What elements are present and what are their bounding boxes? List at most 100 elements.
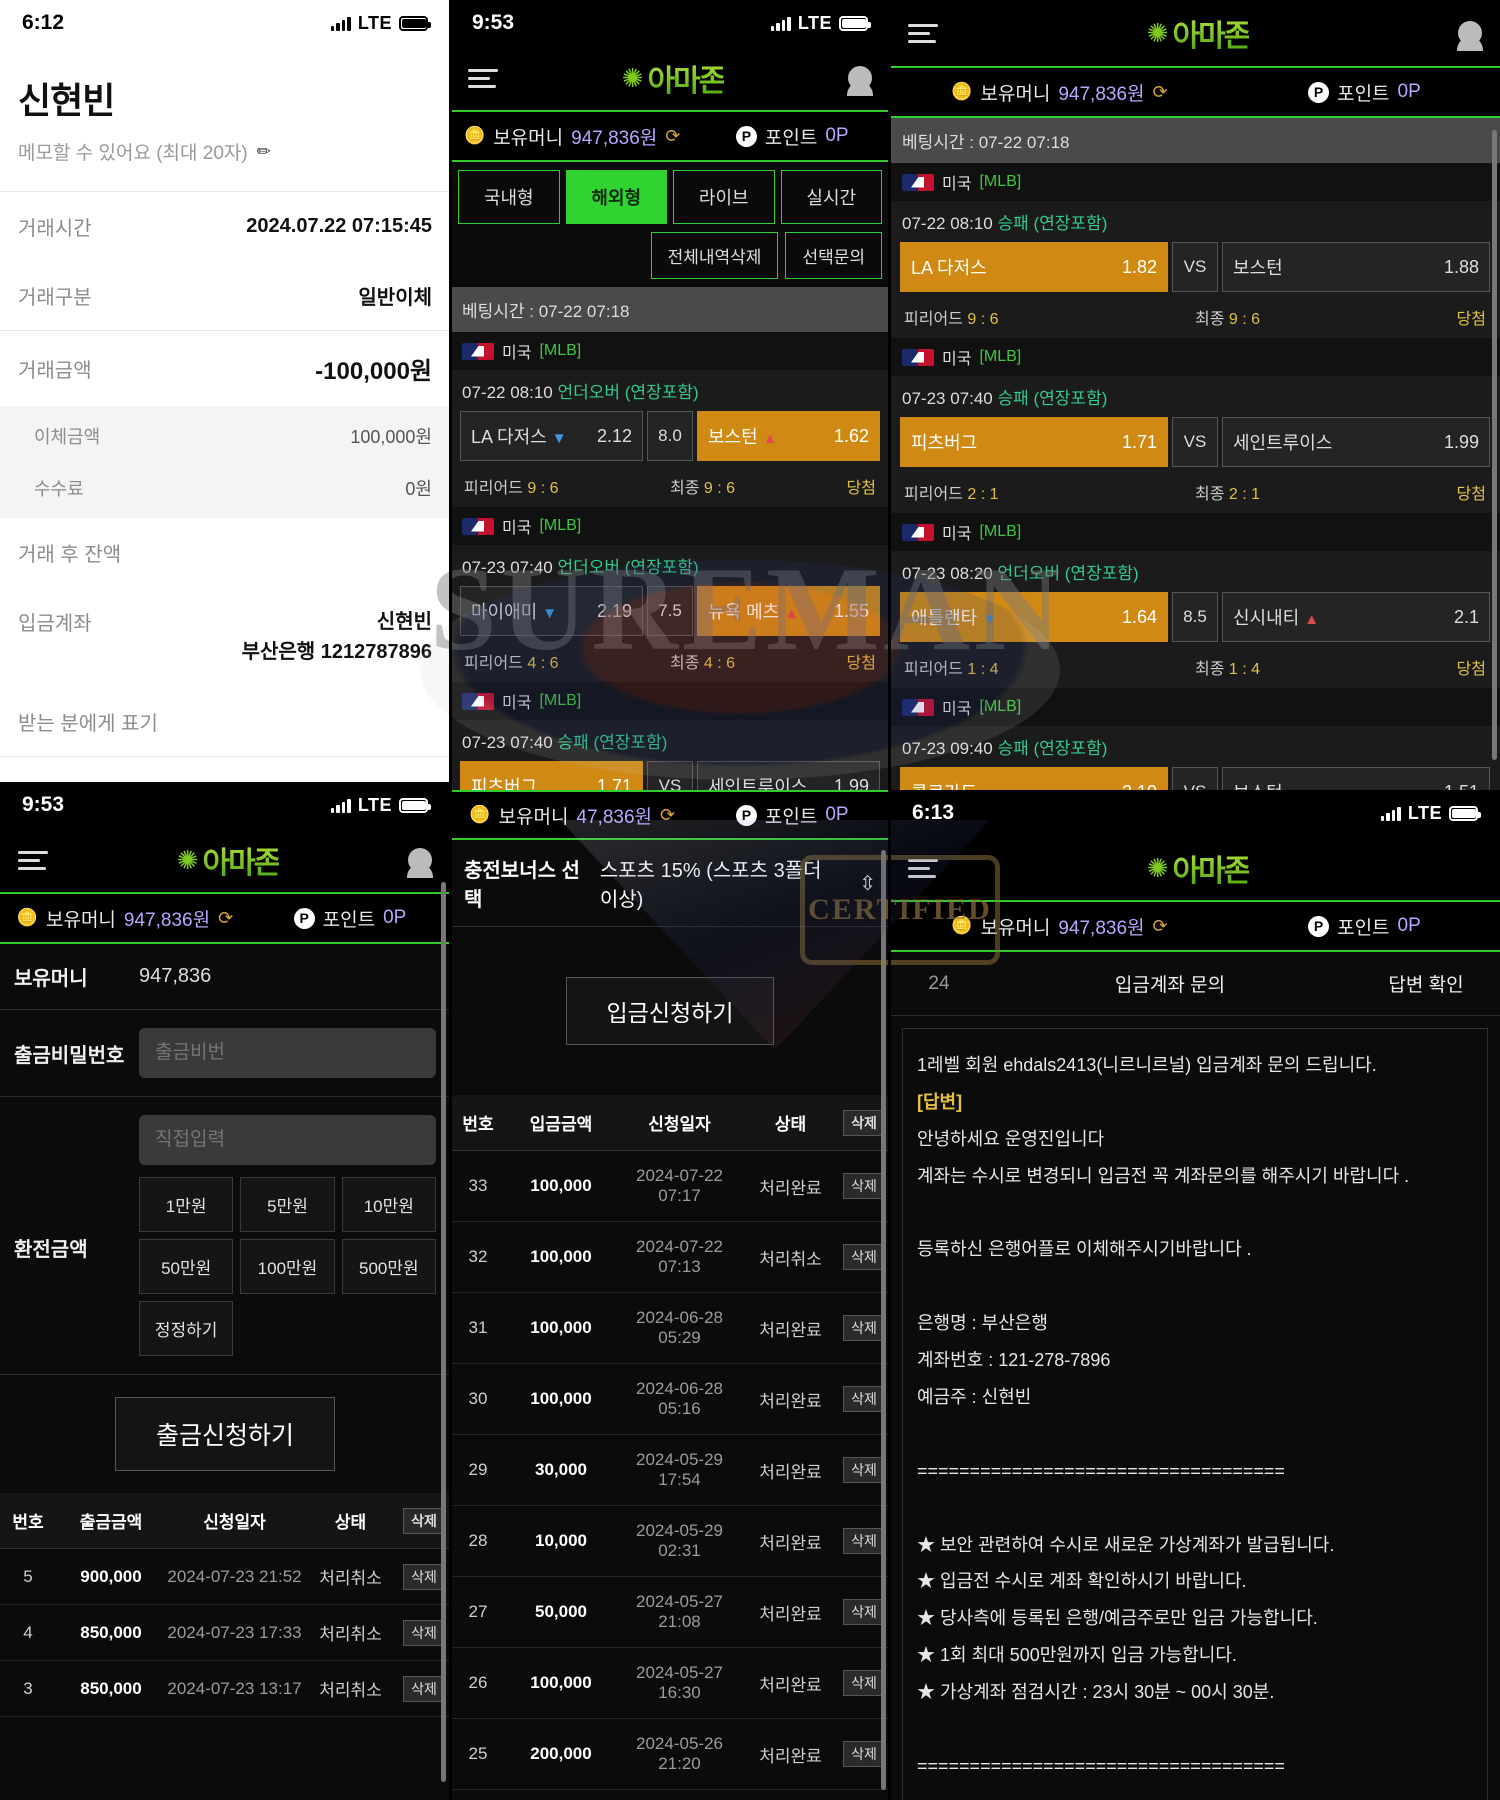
cell-no: 28 <box>468 1531 488 1550</box>
point-value: 0P <box>383 907 407 928</box>
refresh-icon[interactable]: ⟳ <box>660 805 675 826</box>
withdraw-amount-input[interactable] <box>139 1115 436 1165</box>
delete-row-button[interactable]: 삭제 <box>843 1670 885 1696</box>
view-answer-button[interactable]: 답변 확인 <box>1366 970 1486 997</box>
tab-overseas[interactable]: 해외형 <box>565 170 667 224</box>
vertical-scrollbar[interactable] <box>881 850 886 1790</box>
odds-row: LA 다저스 ▼ 2.12 8.0 보스턴 ▲ 1.62 <box>450 411 890 467</box>
league-country: 미국 <box>502 520 532 537</box>
away-odds-cell[interactable]: 세인트루이스 1.99 <box>1222 417 1490 467</box>
vertical-scrollbar[interactable] <box>441 882 446 1782</box>
submit-deposit-button[interactable]: 입금신청하기 <box>565 977 775 1045</box>
odds-row: 피츠버그 1.71 VS 세인트루이스 1.99 <box>890 417 1500 473</box>
delete-row-button[interactable]: 삭제 <box>403 1563 445 1590</box>
mlb-logo-icon <box>462 517 494 535</box>
selected-inquiry-button[interactable]: 선택문의 <box>785 232 882 279</box>
tab-realtime[interactable]: 실시간 <box>780 170 882 224</box>
withdraw-password-input[interactable] <box>139 1028 436 1078</box>
delete-row-button[interactable]: 삭제 <box>843 1173 885 1199</box>
submit-withdraw-button[interactable]: 출금신청하기 <box>114 1397 335 1471</box>
menu-icon[interactable] <box>908 858 938 878</box>
status-time: 9:53 <box>22 793 65 816</box>
chevron-updown-icon[interactable]: ⇳ <box>859 871 876 896</box>
home-odds-cell[interactable]: LA 다저스 1.82 <box>900 242 1168 292</box>
reset-amount-button[interactable]: 정정하기 <box>139 1301 234 1356</box>
quick-amount-500k[interactable]: 50만원 <box>139 1239 234 1294</box>
brand-logo[interactable]: ✺ 아마존 <box>622 56 727 100</box>
brand-logo[interactable]: ✺ 아마존 <box>1147 11 1252 55</box>
delete-row-button[interactable]: 삭제 <box>843 1599 885 1625</box>
account-icon[interactable] <box>407 848 432 872</box>
cell-no: 32 <box>468 1247 488 1266</box>
vertical-scrollbar[interactable] <box>1492 130 1497 760</box>
menu-icon[interactable] <box>468 68 498 88</box>
cell-date: 2024-05-27 16:30 <box>636 1663 723 1702</box>
refresh-icon[interactable]: ⟳ <box>218 908 233 929</box>
network-label: LTE <box>797 12 832 33</box>
panel-divider <box>888 0 891 1800</box>
delete-row-button[interactable]: 삭제 <box>843 1315 885 1341</box>
league-name: [MLB] <box>979 348 1022 365</box>
refresh-icon[interactable]: ⟳ <box>665 126 680 147</box>
away-odds-cell[interactable]: 보스턴 1.88 <box>1222 242 1490 292</box>
home-odds-cell[interactable]: 피츠버그 1.71 <box>460 761 643 790</box>
delete-row-button[interactable]: 삭제 <box>403 1619 445 1646</box>
col-delete[interactable]: 삭제 <box>843 1109 885 1136</box>
delete-row-button[interactable]: 삭제 <box>403 1675 445 1702</box>
post-body-line <box>917 1711 1473 1748</box>
delete-row-button[interactable]: 삭제 <box>843 1741 885 1767</box>
tab-live[interactable]: 라이브 <box>673 170 775 224</box>
brand-logo[interactable]: ✺ 아마존 <box>177 838 282 882</box>
delete-all-button[interactable]: 전체내역삭제 <box>650 232 779 279</box>
post-body-line: 계좌번호 : 121-278-7896 <box>917 1350 1111 1371</box>
delete-row-button[interactable]: 삭제 <box>843 1244 885 1270</box>
cell-no: 3 <box>23 1678 33 1698</box>
match-time: 07-23 09:40 <box>902 739 993 758</box>
account-icon[interactable] <box>1457 21 1482 45</box>
table-row: 거래구분 일반이체 <box>0 261 450 330</box>
cell-amount: 10,000 <box>535 1531 587 1550</box>
brand-logo[interactable]: ✺ 아마존 <box>1147 846 1252 890</box>
menu-icon[interactable] <box>18 850 48 870</box>
delete-row-button[interactable]: 삭제 <box>843 1457 885 1483</box>
quick-amount-50k[interactable]: 5만원 <box>240 1177 335 1232</box>
home-odds-cell[interactable]: 마이애미 ▼ 2.19 <box>460 586 643 636</box>
home-odds-cell[interactable]: 애틀랜타 ▼ 1.64 <box>900 592 1168 642</box>
quick-amount-100k[interactable]: 10만원 <box>341 1177 436 1232</box>
table-row: 32 100,000 2024-07-22 07:13 처리취소 삭제 <box>450 1222 890 1293</box>
coins-icon: 🪙 <box>16 908 38 927</box>
away-odds-cell[interactable]: 신시내티 ▲ 2.1 <box>1222 592 1490 642</box>
money-label: 보유머니 <box>45 909 116 931</box>
col-delete[interactable]: 삭제 <box>403 1507 445 1534</box>
menu-icon[interactable] <box>908 23 938 43</box>
market-type: 승패 (연장포함) <box>997 389 1108 408</box>
away-odds: 2.1 <box>1453 606 1479 627</box>
home-odds-cell[interactable]: 콜로라도 2.19 <box>900 767 1168 790</box>
tab-domestic[interactable]: 국내형 <box>458 170 560 224</box>
panel-bet-history-5fold: ✺ 아마존 🪙 보유머니 947,836원 ⟳ P 포인트 0P 베팅시간 : … <box>890 0 1500 790</box>
quick-amount-5m[interactable]: 500만원 <box>341 1239 436 1294</box>
home-odds-cell[interactable]: LA 다저스 ▼ 2.12 <box>460 411 643 461</box>
away-odds-cell[interactable]: 세인트루이스 1.99 <box>697 761 880 790</box>
delete-row-button[interactable]: 삭제 <box>843 1386 885 1412</box>
cell-no: 29 <box>468 1460 488 1479</box>
account-icon[interactable] <box>847 66 872 90</box>
refresh-icon[interactable]: ⟳ <box>1153 916 1168 937</box>
pencil-icon[interactable]: ✏ <box>257 142 271 162</box>
away-odds-cell[interactable]: 보스턴 1.51 <box>1222 767 1490 790</box>
delete-row-button[interactable]: 삭제 <box>843 1528 885 1554</box>
balance-display: 🪙 보유머니 947,836원 ⟳ <box>890 913 1229 940</box>
quick-amount-1m[interactable]: 100만원 <box>240 1239 335 1294</box>
balance-label: 보유머니 <box>14 968 88 990</box>
quick-amount-10k[interactable]: 1만원 <box>139 1177 234 1232</box>
bet-slip: 베팅시간 : 07-22 07:18 미국 [MLB] 07-22 08:10 승… <box>890 118 1500 790</box>
memo-field[interactable]: 메모할 수 있어요 (최대 20자) ✏ <box>0 124 450 191</box>
away-odds-cell[interactable]: 뉴욕 메츠 ▲ 1.55 <box>697 586 880 636</box>
refresh-icon[interactable]: ⟳ <box>1153 82 1168 103</box>
post-body-line: ★ 1회 최대 500만원까지 입금 가능합니다. <box>917 1645 1237 1666</box>
away-odds-cell[interactable]: 보스턴 ▲ 1.62 <box>697 411 880 461</box>
bonus-select-row[interactable]: 충전보너스 선택 스포츠 15% (스포츠 3폴더 이상) ⇳ <box>450 840 890 927</box>
table-row: 28 10,000 2024-05-29 02:31 처리완료 삭제 <box>450 1506 890 1577</box>
home-odds-cell[interactable]: 피츠버그 1.71 <box>900 417 1168 467</box>
point-value: 0P <box>1397 915 1421 936</box>
